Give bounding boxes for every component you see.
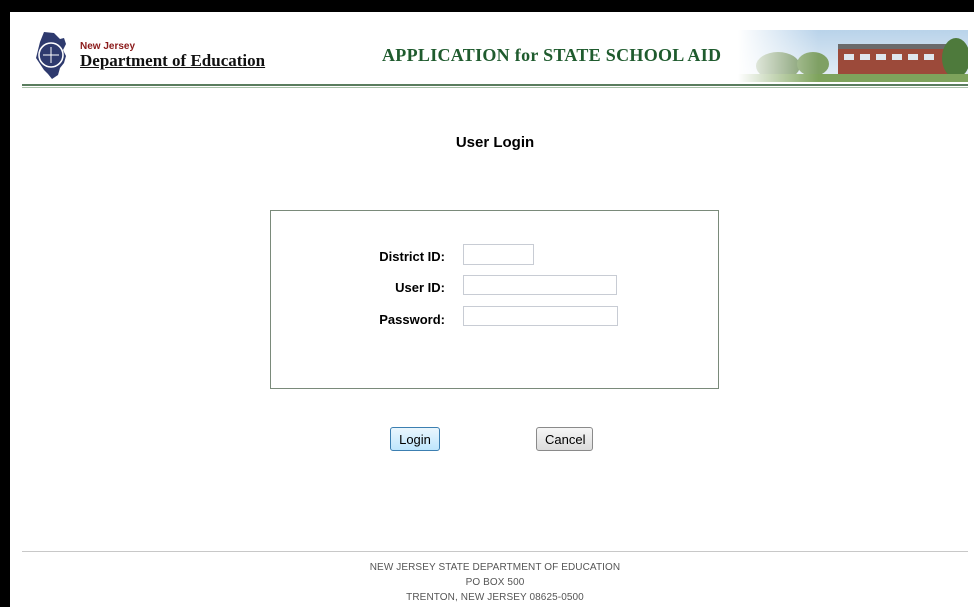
- district-id-label: District ID:: [379, 249, 445, 264]
- login-button[interactable]: Login: [390, 427, 440, 451]
- nj-state-seal-icon: [36, 32, 66, 79]
- site-header: New Jersey Department of Education APPLI…: [22, 28, 968, 84]
- password-label: Password:: [379, 312, 445, 327]
- window-frame-top: [0, 0, 974, 12]
- header-divider: [22, 84, 968, 86]
- footer-po-box: PO BOX 500: [465, 577, 525, 588]
- header-divider-thin: [22, 87, 968, 88]
- user-id-input[interactable]: [463, 275, 617, 295]
- application-title: APPLICATION for STATE SCHOOL AID: [382, 45, 722, 65]
- logo-department-name[interactable]: Department of Education: [80, 51, 265, 71]
- district-id-input[interactable]: [463, 244, 534, 265]
- cancel-button[interactable]: Cancel: [536, 427, 593, 451]
- password-input[interactable]: [463, 306, 618, 326]
- footer-city-address: TRENTON, NEW JERSEY 08625-0500: [406, 592, 584, 603]
- window-frame-left: [0, 0, 10, 607]
- page-title: User Login: [455, 134, 535, 151]
- school-building-image: [738, 30, 968, 82]
- footer-org-name: NEW JERSEY STATE DEPARTMENT OF EDUCATION: [369, 562, 621, 573]
- footer-divider: [22, 551, 968, 552]
- login-form-panel: [270, 210, 719, 389]
- user-id-label: User ID:: [395, 280, 445, 295]
